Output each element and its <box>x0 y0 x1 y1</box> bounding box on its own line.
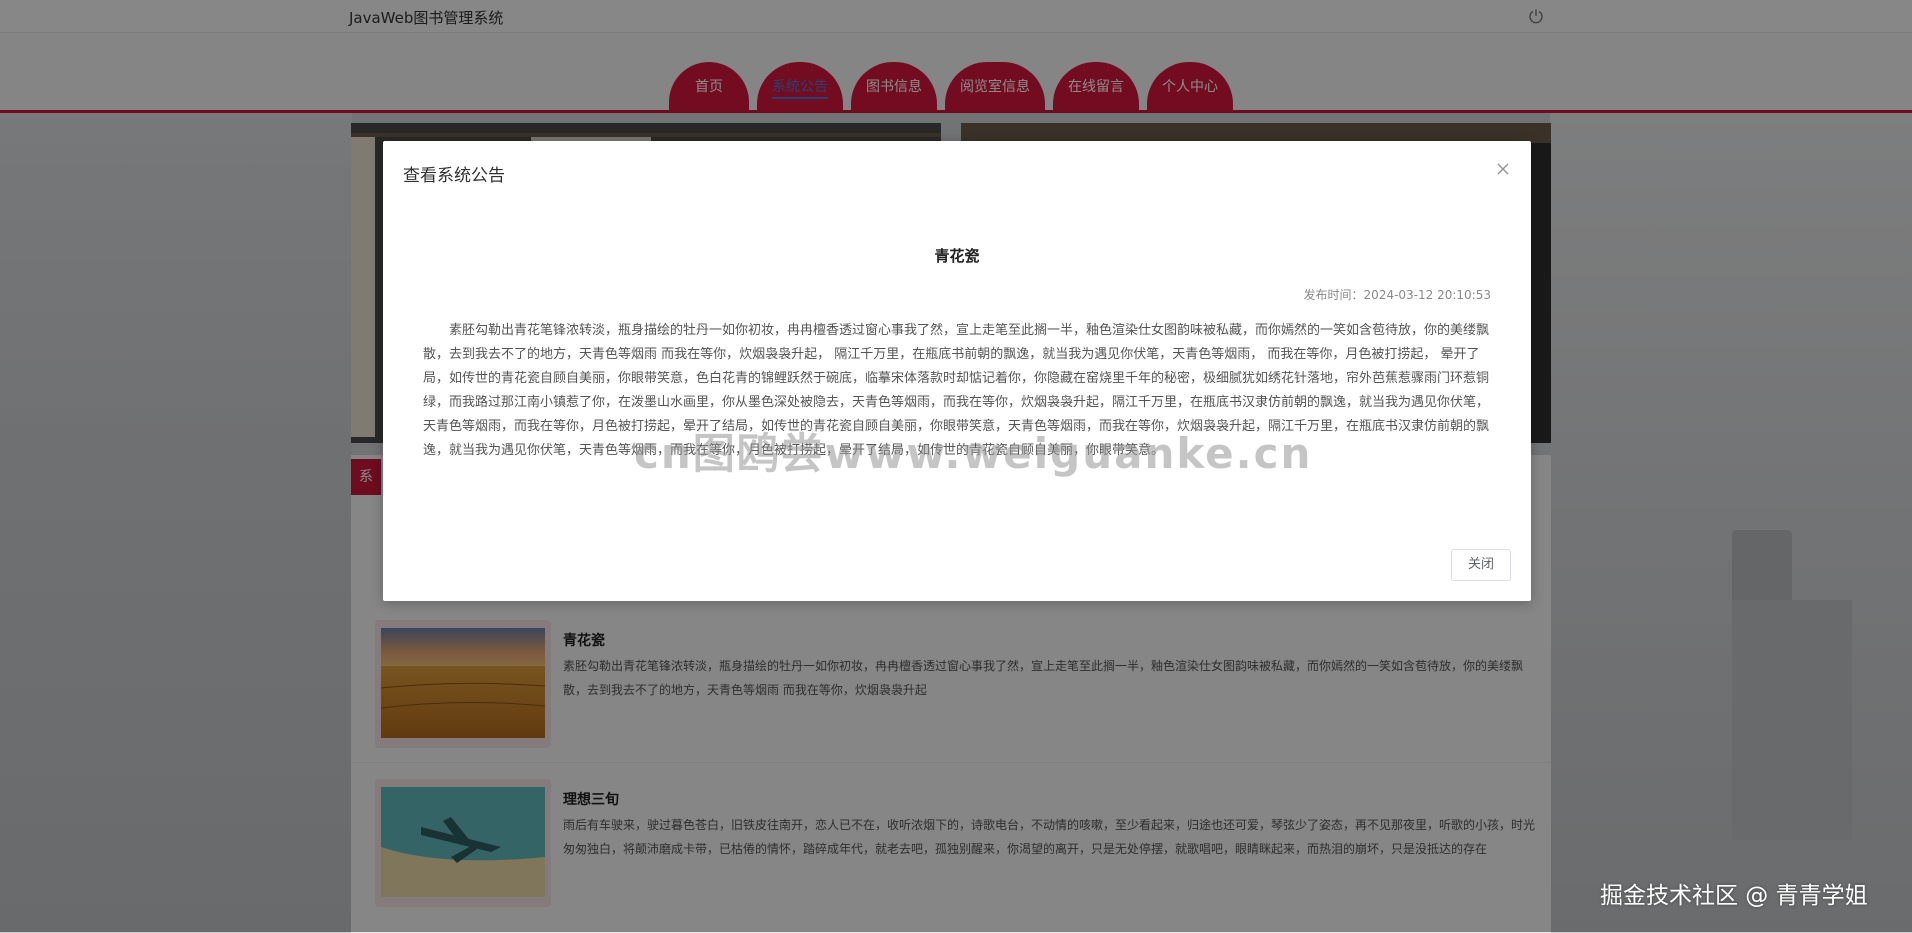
dialog-title: 查看系统公告 <box>403 166 505 186</box>
publish-time: 发布时间：2024-03-12 20:10:53 <box>1303 288 1491 302</box>
close-icon[interactable] <box>1495 161 1511 177</box>
center-watermark: cn图鸥尝www.weiguanke.cn <box>634 429 1313 478</box>
corner-watermark: 掘金技术社区 @ 青青学姐 <box>1600 883 1868 909</box>
notice-title: 青花瓷 <box>934 247 980 265</box>
announcement-dialog: 查看系统公告 青花瓷 发布时间：2024-03-12 20:10:53 素胚勾勒… <box>383 141 1531 601</box>
close-button[interactable]: 关闭 <box>1451 549 1511 581</box>
